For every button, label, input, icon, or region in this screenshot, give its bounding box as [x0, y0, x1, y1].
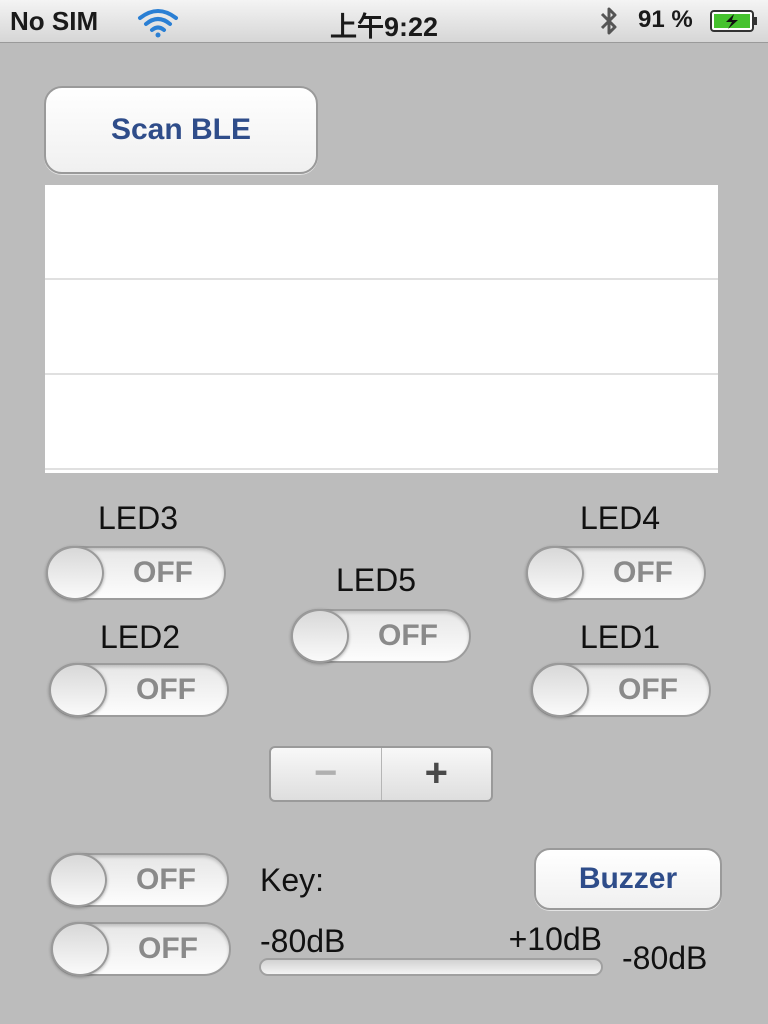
- switch-knob: [51, 922, 109, 976]
- bluetooth-icon: [600, 7, 617, 35]
- led5-label: LED5: [335, 562, 417, 598]
- table-row[interactable]: [45, 185, 718, 280]
- switch-knob: [526, 546, 584, 600]
- led1-switch[interactable]: OFF: [531, 663, 711, 717]
- stepper[interactable]: − +: [269, 746, 493, 802]
- led2-switch[interactable]: OFF: [49, 663, 229, 717]
- switch-knob: [49, 853, 107, 907]
- slider-max-label: +10dB: [508, 921, 602, 957]
- led4-switch[interactable]: OFF: [526, 546, 706, 600]
- bottom-switch-2[interactable]: OFF: [51, 922, 231, 976]
- buzzer-button[interactable]: Buzzer: [534, 848, 722, 910]
- switch-knob: [291, 609, 349, 663]
- status-bar: No SIM 上午9:22 91 %: [0, 0, 768, 43]
- switch-state: OFF: [136, 673, 196, 706]
- increment-button[interactable]: +: [382, 748, 492, 800]
- key-label: Key:: [260, 862, 325, 898]
- led4-label: LED4: [579, 500, 661, 536]
- slider-value-label: -80dB: [622, 940, 708, 976]
- table-row[interactable]: [45, 280, 718, 375]
- table-row[interactable]: [45, 375, 718, 470]
- led2-label: LED2: [99, 619, 181, 655]
- switch-state: OFF: [613, 556, 673, 589]
- switch-state: OFF: [378, 619, 438, 652]
- switch-state: OFF: [136, 863, 196, 896]
- switch-knob: [531, 663, 589, 717]
- led1-label: LED1: [579, 619, 661, 655]
- bottom-switch-1[interactable]: OFF: [49, 853, 229, 907]
- rssi-slider[interactable]: [259, 958, 603, 976]
- switch-state: OFF: [133, 556, 193, 589]
- slider-min-label: -80dB: [260, 923, 346, 959]
- device-table: [45, 185, 718, 473]
- decrement-button[interactable]: −: [271, 748, 382, 800]
- led5-switch[interactable]: OFF: [291, 609, 471, 663]
- switch-knob: [46, 546, 104, 600]
- battery-percent: 91 %: [638, 6, 693, 33]
- switch-knob: [49, 663, 107, 717]
- led3-label: LED3: [97, 500, 179, 536]
- switch-state: OFF: [618, 673, 678, 706]
- scan-ble-button[interactable]: Scan BLE: [44, 86, 318, 174]
- battery-charging-icon: [710, 10, 757, 32]
- led3-switch[interactable]: OFF: [46, 546, 226, 600]
- switch-state: OFF: [138, 932, 198, 965]
